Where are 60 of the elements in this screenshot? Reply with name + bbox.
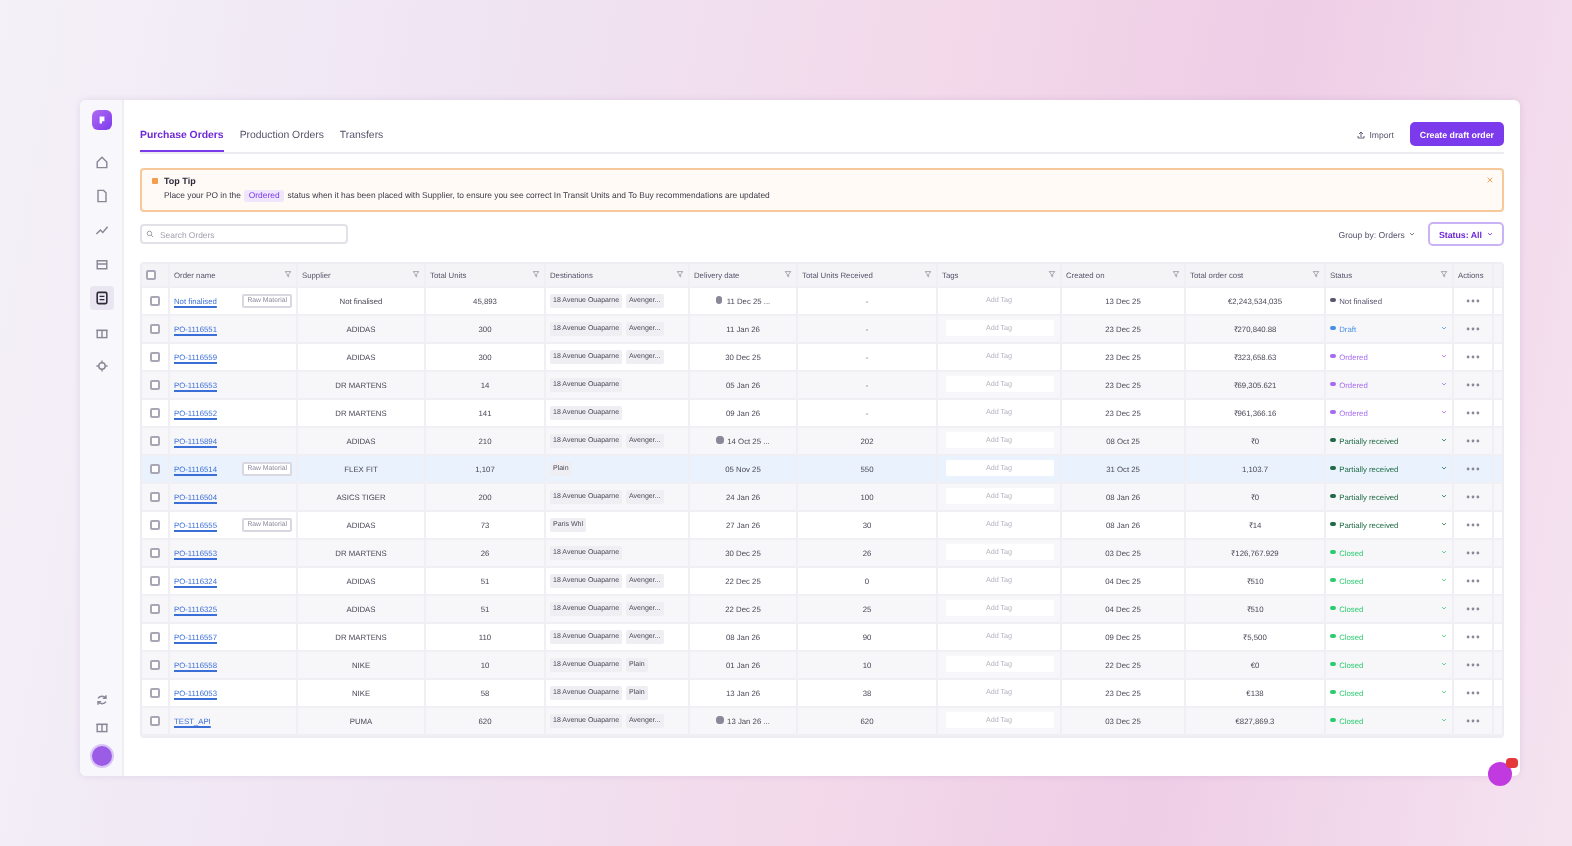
list-icon[interactable] (93, 290, 109, 306)
row-checkbox[interactable] (150, 603, 160, 613)
more-icon[interactable] (1466, 549, 1480, 555)
more-icon[interactable] (1466, 605, 1480, 611)
row-checkbox[interactable] (150, 491, 160, 501)
row-checkbox[interactable] (150, 519, 160, 529)
more-icon[interactable] (1466, 353, 1480, 359)
more-icon[interactable] (1466, 465, 1480, 471)
filter-icon[interactable] (1172, 270, 1180, 278)
more-icon[interactable] (1466, 381, 1480, 387)
filter-icon[interactable] (1312, 270, 1320, 278)
avatar[interactable] (89, 744, 113, 768)
more-icon[interactable] (1466, 689, 1480, 695)
notification-badge (1506, 758, 1518, 768)
more-icon[interactable] (1466, 297, 1480, 303)
row-checkbox[interactable] (150, 435, 160, 445)
chevron-down-icon[interactable] (1440, 436, 1448, 444)
row-checkbox[interactable] (150, 295, 160, 305)
row-checkbox[interactable] (150, 463, 160, 473)
more-icon[interactable] (1466, 493, 1480, 499)
trend-icon[interactable] (93, 222, 109, 238)
select-all-checkbox[interactable] (146, 269, 156, 279)
more-icon[interactable] (1466, 661, 1480, 667)
chevron-down-icon[interactable] (1440, 492, 1448, 500)
row-checkbox[interactable] (150, 407, 160, 417)
close-icon[interactable] (1486, 176, 1494, 184)
more-icon[interactable] (1466, 325, 1480, 331)
filter-icon[interactable] (412, 270, 420, 278)
chat-button[interactable] (1488, 762, 1512, 786)
home-icon[interactable] (93, 154, 109, 170)
more-icon[interactable] (1466, 633, 1480, 639)
chevron-down-icon[interactable] (1440, 520, 1448, 528)
filter-icon[interactable] (924, 270, 932, 278)
row-checkbox[interactable] (150, 351, 160, 361)
row-checkbox[interactable] (150, 631, 160, 641)
row-checkbox[interactable] (150, 575, 160, 585)
filter-icon[interactable] (1440, 270, 1448, 278)
row-checkbox[interactable] (150, 547, 160, 557)
filter-icon[interactable] (1048, 270, 1056, 278)
row-checkbox[interactable] (150, 379, 160, 389)
box-icon[interactable] (93, 256, 109, 272)
more-icon[interactable] (1466, 577, 1480, 583)
more-icon[interactable] (1466, 717, 1480, 723)
filter-icon[interactable] (284, 270, 292, 278)
upload-icon (1355, 129, 1366, 139)
filter-icon[interactable] (676, 270, 684, 278)
tip-icon (152, 178, 158, 184)
app-logo[interactable] (91, 110, 111, 130)
more-icon[interactable] (1466, 409, 1480, 415)
filter-icon[interactable] (532, 270, 540, 278)
more-icon[interactable] (1466, 437, 1480, 443)
row-checkbox[interactable] (150, 659, 160, 669)
row-checkbox[interactable] (150, 323, 160, 333)
row-checkbox[interactable] (150, 715, 160, 725)
more-icon[interactable] (1466, 521, 1480, 527)
document-icon[interactable] (93, 188, 109, 204)
row-checkbox[interactable] (150, 687, 160, 697)
filter-icon[interactable] (784, 270, 792, 278)
sync-icon[interactable] (93, 692, 109, 708)
search-icon (146, 230, 154, 238)
